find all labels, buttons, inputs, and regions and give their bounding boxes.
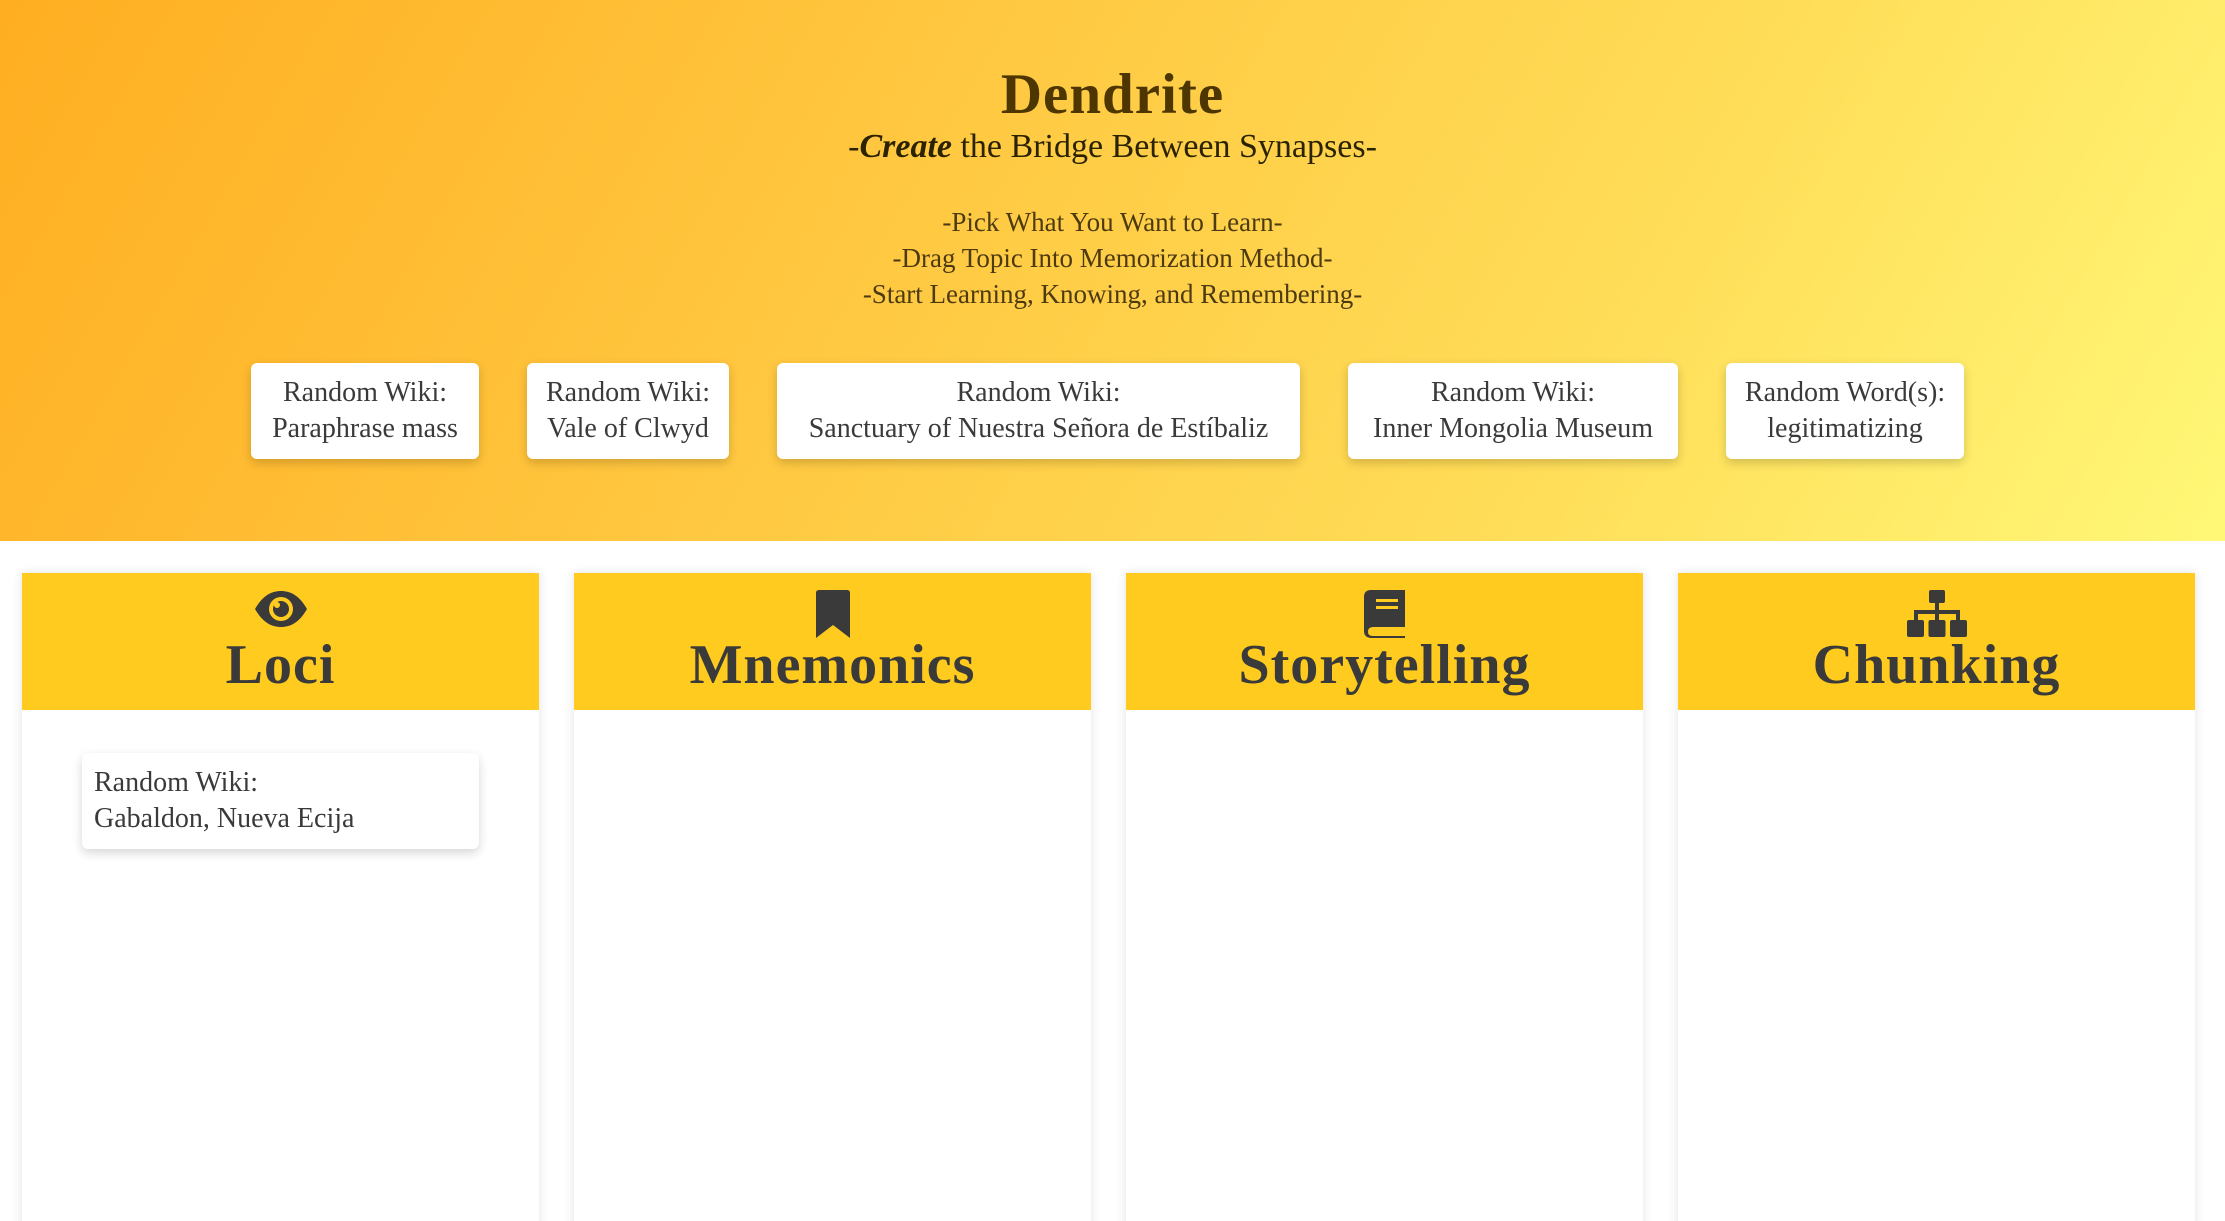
column-header-storytelling: Storytelling bbox=[1126, 573, 1643, 710]
dropzone-storytelling[interactable] bbox=[1126, 710, 1643, 1221]
method-column-chunking: Chunking bbox=[1678, 573, 2195, 1221]
topic-card-value: Vale of Clwyd bbox=[547, 413, 709, 444]
instructions: -Pick What You Want to Learn- -Drag Topi… bbox=[0, 204, 2225, 312]
column-header-mnemonics: Mnemonics bbox=[574, 573, 1091, 710]
topic-card-label: Random Wiki: bbox=[282, 377, 448, 408]
hero-banner: Dendrite -Create the Bridge Between Syna… bbox=[0, 0, 2225, 541]
topic-card-label: Random Wiki: bbox=[956, 377, 1121, 408]
topic-card[interactable]: Random Wiki: Inner Mongolia Museum bbox=[1348, 363, 1678, 459]
topic-card[interactable]: Random Wiki: Paraphrase mass bbox=[251, 363, 479, 459]
column-title: Chunking bbox=[1812, 634, 2061, 696]
column-header-loci: Loci bbox=[22, 573, 539, 710]
dropzone-chunking[interactable] bbox=[1678, 710, 2195, 1221]
app-title: Dendrite bbox=[1000, 63, 1225, 126]
instruction-line: -Start Learning, Knowing, and Rememberin… bbox=[862, 279, 1363, 309]
topic-card-value: Sanctuary of Nuestra Señora de Estíbaliz bbox=[808, 413, 1269, 444]
method-column-storytelling: Storytelling bbox=[1126, 573, 1643, 1221]
eye-icon bbox=[254, 591, 307, 627]
topic-card[interactable]: Random Word(s): legitimatizing bbox=[1726, 363, 1964, 459]
subtitle-emphasis: Create bbox=[859, 128, 952, 165]
column-title: Loci bbox=[225, 634, 336, 696]
method-column-loci: Loci Random Wiki: Gabaldon, Nueva Ecija bbox=[22, 573, 539, 1221]
dropzone-mnemonics[interactable] bbox=[574, 710, 1091, 1221]
book-icon bbox=[1363, 590, 1405, 638]
topic-card-value: Gabaldon, Nueva Ecija bbox=[94, 803, 355, 834]
topic-card-label: Random Word(s): bbox=[1744, 377, 1946, 408]
placed-topic-card[interactable]: Random Wiki: Gabaldon, Nueva Ecija bbox=[82, 753, 479, 849]
bookmark-icon bbox=[815, 590, 850, 638]
subtitle-rest: the Bridge Between Synapses- bbox=[951, 128, 1377, 165]
topic-card-label: Random Wiki: bbox=[1430, 377, 1596, 408]
sitemap-icon bbox=[1906, 590, 1967, 637]
column-title: Storytelling bbox=[1238, 634, 1531, 696]
column-title: Mnemonics bbox=[689, 634, 976, 696]
topic-card[interactable]: Random Wiki: Vale of Clwyd bbox=[527, 363, 729, 459]
topic-card-value: legitimatizing bbox=[1767, 413, 1923, 444]
method-column-mnemonics: Mnemonics bbox=[574, 573, 1091, 1221]
topic-card[interactable]: Random Wiki: Sanctuary of Nuestra Señora… bbox=[777, 363, 1300, 459]
topic-card-label: Random Wiki: bbox=[545, 377, 711, 408]
topic-card-label: Random Wiki: bbox=[94, 767, 259, 798]
instruction-line: -Pick What You Want to Learn- bbox=[942, 207, 1283, 237]
column-header-chunking: Chunking bbox=[1678, 573, 2195, 710]
topic-card-value: Paraphrase mass bbox=[272, 413, 458, 444]
instruction-line: -Drag Topic Into Memorization Method- bbox=[892, 243, 1333, 273]
topic-card-value: Inner Mongolia Museum bbox=[1373, 413, 1653, 444]
app-subtitle: -Create the Bridge Between Synapses- bbox=[0, 128, 2225, 166]
subtitle-prefix: - bbox=[848, 128, 860, 165]
